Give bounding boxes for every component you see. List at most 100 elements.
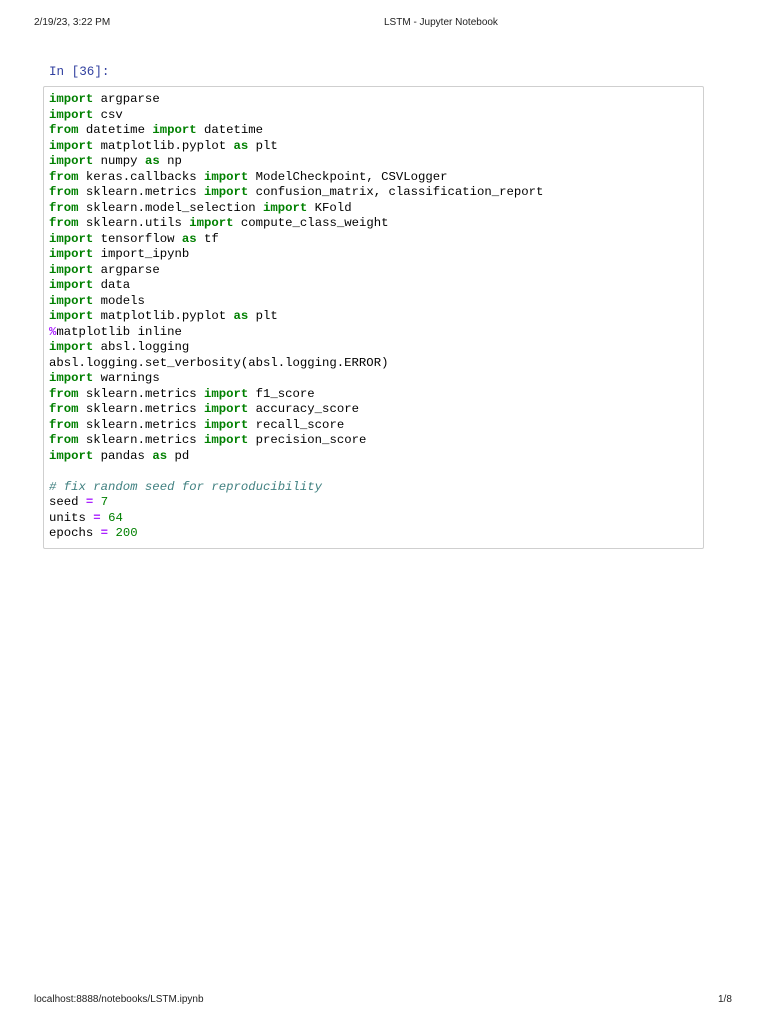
operator-token: = [100, 526, 109, 540]
code-text-token: sklearn.metrics [78, 433, 204, 447]
keyword-token: import [49, 262, 94, 277]
footer-url: localhost:8888/notebooks/LSTM.ipynb [34, 994, 204, 1005]
code-line: import warnings [49, 371, 543, 387]
keyword-token: import [203, 185, 249, 199]
code-line: import matplotlib.pyplot as plt [49, 309, 543, 325]
code-cell[interactable]: import argparse import csv from datetime i… [43, 86, 704, 549]
code-text-token: recall_score [248, 417, 345, 432]
code-line: # fix random seed for reproducibility [49, 480, 543, 496]
keyword-token: import [203, 433, 249, 447]
code-line: from sklearn.utils import compute_class_… [49, 216, 543, 232]
code-text-token: seed [49, 495, 86, 509]
code-line: import tensorflow as tf [49, 232, 543, 248]
code-line: import csv [49, 108, 543, 124]
code-text-token: matplotlib.pyplot [93, 138, 234, 153]
keyword-token: from [49, 216, 79, 230]
comment-token: # fix random seed for reproducibility [49, 479, 323, 494]
code-text-token: import_ipynb [93, 247, 190, 261]
code-text-token: pandas [93, 448, 153, 463]
keyword-token: import [49, 309, 94, 323]
code-line: import data [49, 278, 543, 294]
keyword-token: as [152, 448, 168, 463]
code-text-token: sklearn.model_selection [78, 200, 264, 215]
code-text-token: matplotlib.pyplot [93, 309, 234, 323]
code-line: import argparse [49, 263, 543, 279]
keyword-token: from [49, 417, 79, 432]
code-text-token: KFold [307, 200, 352, 215]
code-line: import matplotlib.pyplot as plt [49, 139, 543, 155]
code-line: from sklearn.metrics import f1_score [49, 387, 543, 403]
code-line: from sklearn.metrics import confusion_ma… [49, 185, 543, 201]
code-line: import pandas as pd [49, 449, 543, 465]
code-text-token: sklearn.metrics [78, 386, 204, 401]
keyword-token: import [49, 154, 94, 168]
keyword-token: from [49, 185, 79, 199]
code-text-token: models [93, 293, 145, 308]
page-number: 1/8 [718, 994, 732, 1005]
code-text-token: warnings [93, 371, 160, 385]
keyword-token: import [49, 340, 94, 354]
keyword-token: import [203, 417, 249, 432]
keyword-token: import [203, 169, 249, 184]
code-text-token: sklearn.metrics [78, 417, 204, 432]
keyword-token: import [49, 107, 94, 122]
number-token: 64 [108, 510, 123, 525]
code-text-token: argparse [93, 92, 160, 106]
keyword-token: import [49, 371, 94, 385]
code-text-token: epochs [49, 526, 101, 540]
keyword-token: from [49, 200, 79, 215]
code-line: from sklearn.model_selection import KFol… [49, 201, 543, 217]
keyword-token: as [233, 138, 249, 153]
code-text-token: csv [93, 107, 123, 122]
keyword-token: import [49, 92, 94, 106]
code-text-token: sklearn.utils [78, 216, 190, 230]
code-text-token: units [49, 510, 94, 525]
code-text-token: np [159, 154, 182, 168]
code-line: import import_ipynb [49, 247, 543, 263]
code-line: from sklearn.metrics import accuracy_sco… [49, 402, 543, 418]
code-text-token: accuracy_score [248, 402, 359, 416]
operator-token: = [93, 510, 101, 525]
code-line: units = 64 [49, 511, 543, 527]
code-line: %matplotlib inline [49, 325, 543, 341]
keyword-token: import [203, 402, 249, 416]
code-text-token: compute_class_weight [233, 216, 389, 230]
keyword-token: from [49, 433, 79, 447]
keyword-token: import [189, 216, 234, 230]
code-line: import argparse [49, 92, 543, 108]
code-text-token: f1_score [248, 386, 315, 401]
keyword-token: import [49, 293, 94, 308]
code-text-token: matplotlib inline [56, 324, 182, 339]
print-datetime: 2/19/23, 3:22 PM [34, 17, 111, 28]
keyword-token: from [49, 123, 79, 137]
code-text-token: argparse [93, 262, 160, 277]
code-text-token: sklearn.metrics [78, 185, 204, 199]
code-line: import numpy as np [49, 154, 543, 170]
code-line: import absl.logging [49, 340, 543, 356]
code-text-token: ModelCheckpoint, CSVLogger [248, 169, 448, 184]
code-text-token: data [93, 278, 131, 292]
number-token: 7 [100, 495, 109, 509]
keyword-token: from [49, 386, 79, 401]
code-line: from sklearn.metrics import precision_sc… [49, 433, 543, 449]
keyword-token: import [263, 200, 308, 215]
code-text-token: absl.logging [93, 340, 190, 354]
keyword-token: import [152, 123, 197, 137]
code-line: from keras.callbacks import ModelCheckpo… [49, 170, 543, 186]
keyword-token: from [49, 402, 79, 416]
code-line: epochs = 200 [49, 526, 543, 542]
code-text-token: keras.callbacks [78, 169, 204, 184]
code-text-token: tf [196, 231, 219, 246]
code-editor[interactable]: import argparse import csv from datetime i… [49, 92, 543, 542]
code-text-token: tensorflow [93, 231, 182, 246]
code-text-token: pd [167, 448, 190, 463]
keyword-token: import [203, 386, 249, 401]
keyword-token: as [144, 154, 160, 168]
keyword-token: import [49, 138, 94, 153]
code-line: absl.logging.set_verbosity(absl.logging.… [49, 356, 543, 372]
code-text-token: plt [248, 309, 278, 323]
keyword-token: import [49, 247, 94, 261]
